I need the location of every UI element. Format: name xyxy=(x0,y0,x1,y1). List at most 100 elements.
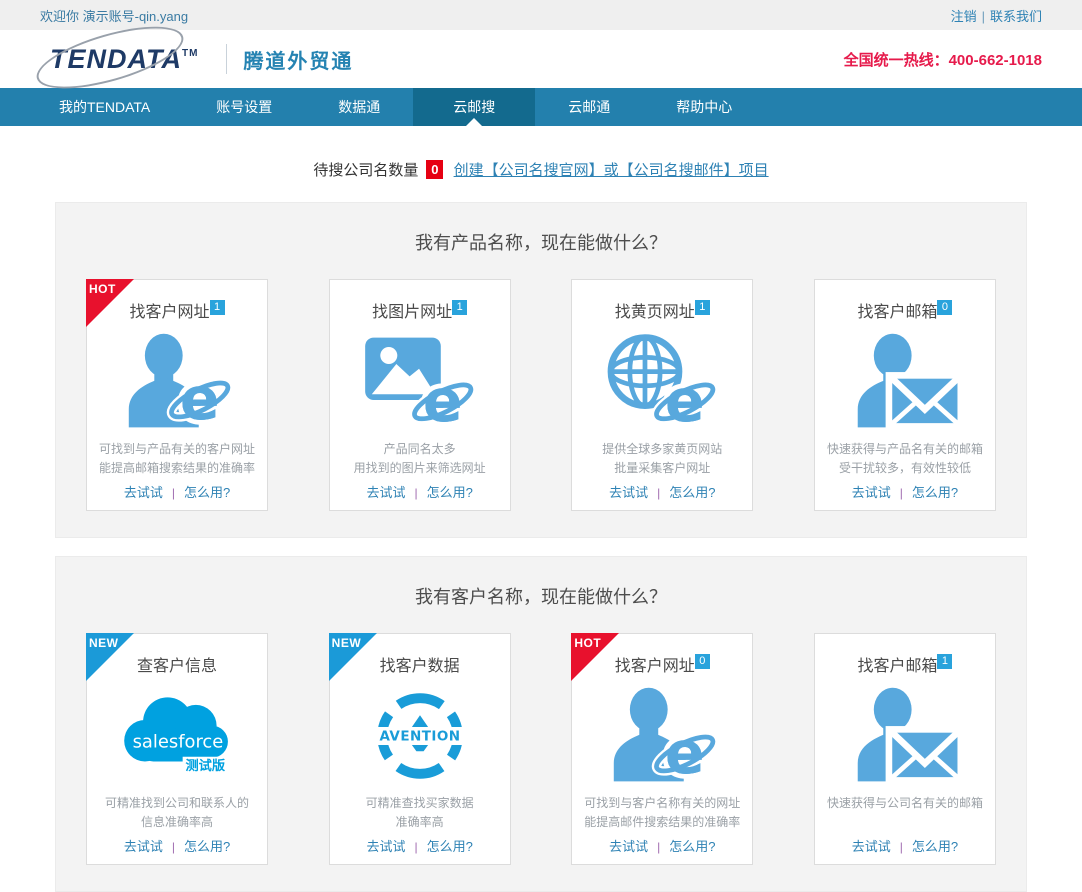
card-description: 提供全球多家黄页网站批量采集客户网址 xyxy=(602,440,722,478)
nav-item-cloud-mail-search[interactable]: 云邮搜 xyxy=(413,88,535,126)
svg-text:e: e xyxy=(665,719,705,787)
pending-company-row: 待搜公司名数量 0 创建【公司名搜官网】或【公司名搜邮件】项目 xyxy=(0,160,1082,182)
link-separator: | xyxy=(172,486,175,500)
card-find-customer-data[interactable]: NEW 找客户数据 AVENTION 可精准查找买家数据准确率高 去试试 | 怎么用… xyxy=(329,633,511,865)
nav-item-help-center[interactable]: 帮助中心 xyxy=(643,88,765,126)
card-find-customer-emails[interactable]: 找客户邮箱0 快速获得与产品名有关的邮箱受干扰较多，有效性较低 xyxy=(814,279,996,511)
contact-link[interactable]: 联系我们 xyxy=(990,9,1042,24)
try-link[interactable]: 去试试 xyxy=(124,485,163,500)
pending-count-badge: 0 xyxy=(426,160,443,179)
salesforce-logo: salesforce 测试版 xyxy=(111,678,243,794)
new-ribbon: NEW xyxy=(329,633,377,681)
link-separator: | xyxy=(900,840,903,854)
logout-link[interactable]: 注销 xyxy=(951,9,977,24)
card-description: 快速获得与产品名有关的邮箱受干扰较多，有效性较低 xyxy=(827,440,983,478)
how-to-link[interactable]: 怎么用? xyxy=(912,485,958,500)
card-title: 找客户数据 xyxy=(380,652,460,676)
card-description: 可找到与客户名称有关的网址能提高邮件搜索结果的准确率 xyxy=(584,794,740,832)
card-description: 快速获得与公司名有关的邮箱 xyxy=(827,794,983,832)
section-product-name: 我有产品名称，现在能做什么？ HOT 找客户网址1 e e xyxy=(55,202,1027,538)
user-browser-icon: e e xyxy=(599,678,725,794)
how-to-link[interactable]: 怎么用? xyxy=(184,485,230,500)
link-separator: | xyxy=(414,840,417,854)
how-to-link[interactable]: 怎么用? xyxy=(912,839,958,854)
image-browser-icon: e e xyxy=(357,324,483,440)
try-link[interactable]: 去试试 xyxy=(609,839,648,854)
nav-item-my-tendata[interactable]: 我的TENDATA xyxy=(26,88,183,126)
pending-label: 待搜公司名数量 xyxy=(313,162,418,179)
card-title: 找客户邮箱1 xyxy=(857,652,952,676)
avention-wordmark: AVENTION xyxy=(379,729,460,745)
avention-logo: AVENTION xyxy=(366,678,474,794)
main-nav: 我的TENDATA 账号设置 数据通 云邮搜 云邮通 帮助中心 xyxy=(0,88,1082,126)
try-link[interactable]: 去试试 xyxy=(852,839,891,854)
svg-text:e: e xyxy=(665,367,705,434)
card-title: 找黄页网址1 xyxy=(615,298,710,322)
how-to-link[interactable]: 怎么用? xyxy=(184,839,230,854)
user-mail-icon xyxy=(842,678,968,794)
count-badge: 0 xyxy=(695,654,710,669)
card-check-customer-info[interactable]: NEW 查客户信息 salesforce 测试版 可精准找 xyxy=(86,633,268,865)
nav-item-account-settings[interactable]: 账号设置 xyxy=(183,88,305,126)
count-badge: 1 xyxy=(210,300,225,315)
card-description: 产品同名太多用找到的图片来筛选网址 xyxy=(354,440,486,478)
nav-item-data-tool[interactable]: 数据通 xyxy=(305,88,413,126)
hot-ribbon: HOT xyxy=(571,633,619,681)
trial-version-label: 测试版 xyxy=(186,757,226,774)
card-find-customer-urls[interactable]: HOT 找客户网址1 e e xyxy=(86,279,268,511)
tendata-logo: TENDATATM xyxy=(40,44,208,75)
hotline-number: 全国统一热线：400-662-1018 xyxy=(844,49,1042,70)
topbar: 欢迎你 演示账号-qin.yang 注销 | 联系我们 xyxy=(0,0,1082,30)
count-badge: 1 xyxy=(452,300,467,315)
try-link[interactable]: 去试试 xyxy=(124,839,163,854)
card-title: 找图片网址1 xyxy=(372,298,467,322)
new-ribbon: NEW xyxy=(86,633,134,681)
how-to-link[interactable]: 怎么用? xyxy=(669,485,715,500)
globe-browser-icon: e e xyxy=(599,324,725,440)
section-customer-name: 我有客户名称，现在能做什么？ NEW 查客户信息 salesforce 测试版 xyxy=(55,556,1027,892)
count-badge: 1 xyxy=(695,300,710,315)
logo-divider xyxy=(226,44,227,74)
how-to-link[interactable]: 怎么用? xyxy=(427,485,473,500)
link-separator: | xyxy=(172,840,175,854)
try-link[interactable]: 去试试 xyxy=(366,485,405,500)
header: TENDATATM 腾道外贸通 全国统一热线：400-662-1018 xyxy=(0,30,1082,88)
card-description: 可找到与产品有关的客户网址能提高邮箱搜索结果的准确率 xyxy=(99,440,255,478)
card-description: 可精准找到公司和联系人的信息准确率高 xyxy=(105,794,249,832)
card-title: 查客户信息 xyxy=(137,652,217,676)
how-to-link[interactable]: 怎么用? xyxy=(669,839,715,854)
link-separator: | xyxy=(657,486,660,500)
card-title: 找客户邮箱0 xyxy=(857,298,952,322)
salesforce-wordmark: salesforce xyxy=(133,731,224,752)
link-separator: | xyxy=(900,486,903,500)
card-find-customer-emails-2[interactable]: 找客户邮箱1 快速获得与公司名有关的邮箱 xyxy=(814,633,996,865)
link-separator: | xyxy=(657,840,660,854)
count-badge: 1 xyxy=(937,654,952,669)
card-title: 找客户网址0 xyxy=(615,652,710,676)
svg-text:e: e xyxy=(422,367,462,434)
brand-logo[interactable]: TENDATATM 腾道外贸通 xyxy=(40,44,353,75)
svg-text:e: e xyxy=(180,365,220,433)
card-find-image-urls[interactable]: 找图片网址1 e e 产品同名太多用找到的图片来筛选网址 xyxy=(329,279,511,511)
user-browser-icon: e e xyxy=(114,324,240,440)
hot-ribbon: HOT xyxy=(86,279,134,327)
section-title: 我有客户名称，现在能做什么？ xyxy=(86,583,996,609)
card-find-yellowpage-urls[interactable]: 找黄页网址1 e e xyxy=(571,279,753,511)
topbar-divider: | xyxy=(982,9,985,24)
card-description: 可精准查找买家数据准确率高 xyxy=(366,794,474,832)
count-badge: 0 xyxy=(937,300,952,315)
card-title: 找客户网址1 xyxy=(129,298,224,322)
try-link[interactable]: 去试试 xyxy=(852,485,891,500)
card-find-customer-urls-2[interactable]: HOT 找客户网址0 e e xyxy=(571,633,753,865)
trademark-symbol: TM xyxy=(182,48,198,59)
product-name: 腾道外贸通 xyxy=(243,45,353,74)
section-title: 我有产品名称，现在能做什么？ xyxy=(86,229,996,255)
welcome-text: 欢迎你 演示账号-qin.yang xyxy=(40,6,188,25)
nav-item-cloud-mail[interactable]: 云邮通 xyxy=(535,88,643,126)
link-separator: | xyxy=(414,486,417,500)
try-link[interactable]: 去试试 xyxy=(609,485,648,500)
how-to-link[interactable]: 怎么用? xyxy=(427,839,473,854)
user-mail-icon xyxy=(842,324,968,440)
create-project-link[interactable]: 创建【公司名搜官网】或【公司名搜邮件】项目 xyxy=(454,162,769,179)
try-link[interactable]: 去试试 xyxy=(366,839,405,854)
